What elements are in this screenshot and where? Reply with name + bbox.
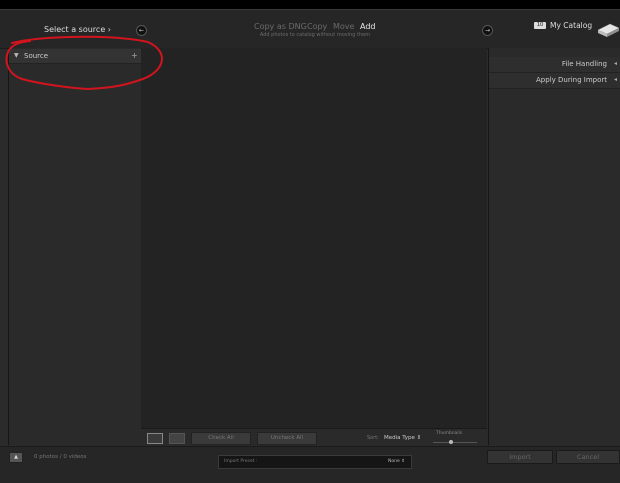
arrow-right-icon[interactable]: → xyxy=(482,25,493,36)
import-preset-select[interactable]: Import Preset : None ⇕ xyxy=(218,455,412,469)
file-handling-label: File Handling xyxy=(561,60,607,68)
mode-subtitle: Add photos to catalog without moving the… xyxy=(259,32,371,38)
sort-label: Sort: xyxy=(367,435,379,441)
collapse-triangle-icon[interactable]: ◂ xyxy=(614,60,617,67)
source-panel: ▼ Source + xyxy=(8,48,142,445)
photo-count: 0 photos / 0 videos xyxy=(34,454,87,460)
import-preset-value: None ⇕ xyxy=(388,459,405,464)
check-all-button[interactable]: Check All xyxy=(191,432,251,445)
import-preset-label: Import Preset : xyxy=(224,459,258,464)
import-header: Select a source › ← Copy as DNG Copy Mov… xyxy=(0,10,620,49)
collapse-triangle-icon[interactable]: ◂ xyxy=(614,76,617,83)
arrow-left-icon[interactable]: ← xyxy=(136,25,147,36)
catalog-badge: 10 xyxy=(534,22,546,29)
import-dialog: Select a source › ← Copy as DNG Copy Mov… xyxy=(0,9,620,483)
mode-add[interactable]: Add xyxy=(360,22,376,31)
sort-select[interactable]: Media Type ⇕ xyxy=(384,435,421,441)
thumbnail-size-slider[interactable] xyxy=(433,442,477,443)
loupe-view-icon[interactable] xyxy=(169,433,185,444)
import-button[interactable]: Import xyxy=(487,450,553,464)
grid-view-icon[interactable] xyxy=(147,433,163,444)
mode-move[interactable]: Move xyxy=(333,22,354,31)
cancel-button[interactable]: Cancel xyxy=(556,450,620,464)
uncheck-all-button[interactable]: Uncheck All xyxy=(257,432,317,445)
mode-copy-as-dng[interactable]: Copy as DNG xyxy=(254,22,307,31)
mode-copy[interactable]: Copy xyxy=(307,22,327,31)
file-handling-header[interactable]: File Handling ◂ xyxy=(489,57,620,73)
chevron-right-icon: › xyxy=(107,25,111,34)
import-settings-panel: File Handling ◂ Apply During Import ◂ xyxy=(488,48,620,445)
add-source-icon[interactable]: + xyxy=(131,51,138,60)
select-source-button[interactable]: Select a source › xyxy=(44,25,111,34)
apply-during-import-label: Apply During Import xyxy=(536,76,607,84)
slider-knob[interactable] xyxy=(448,440,453,444)
source-title: Source xyxy=(24,52,49,60)
expand-icon[interactable]: ▲ xyxy=(9,452,23,463)
catalog-drive-icon[interactable] xyxy=(596,22,620,38)
select-source-label: Select a source xyxy=(44,25,106,34)
photo-grid-area xyxy=(141,48,487,428)
thumbnails-label: Thumbnails xyxy=(436,431,463,436)
apply-during-import-header[interactable]: Apply During Import ◂ xyxy=(489,73,620,89)
source-header[interactable]: ▼ Source + xyxy=(9,49,141,64)
import-footer: ▲ 0 photos / 0 videos Import Preset : No… xyxy=(0,446,620,483)
disclosure-triangle-icon[interactable]: ▼ xyxy=(14,52,19,59)
grid-toolbar: Check All Uncheck All Sort: Media Type ⇕… xyxy=(141,428,487,446)
catalog-label: My Catalog xyxy=(550,21,593,30)
